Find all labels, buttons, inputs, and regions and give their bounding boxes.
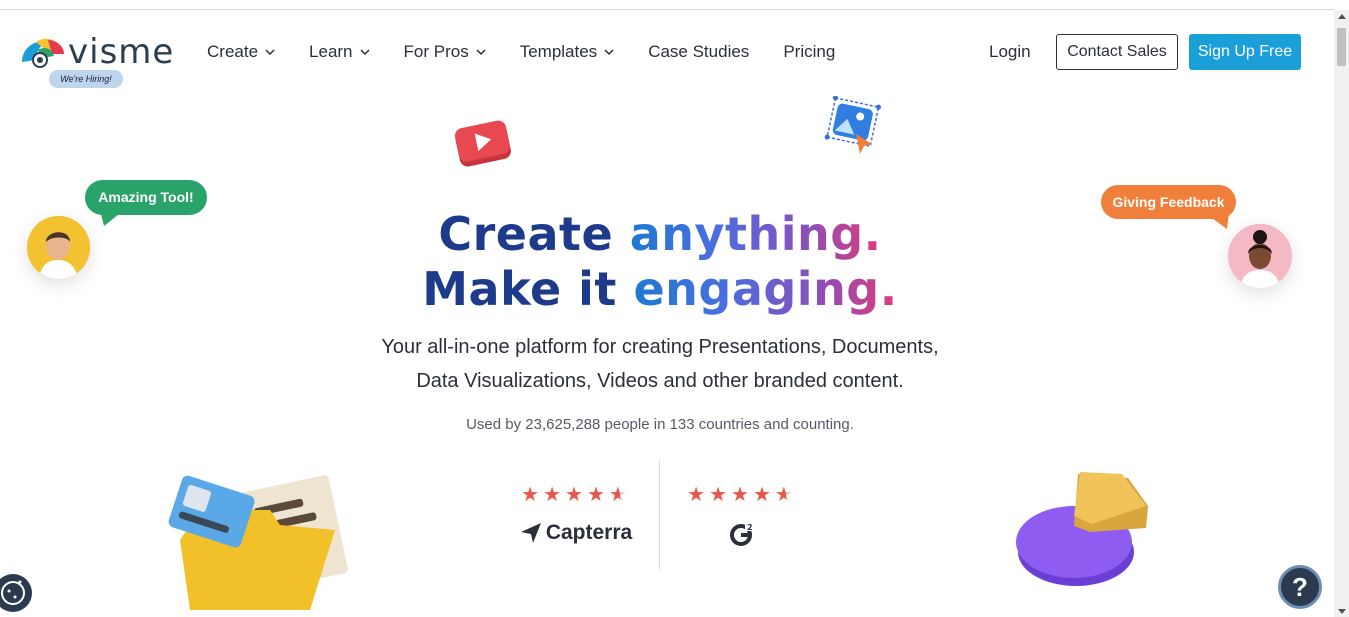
headline-highlight: anything. [629,207,882,261]
sign-up-free-button[interactable]: Sign Up Free [1189,34,1301,70]
folder-documents-icon [168,475,348,610]
capterra-rating[interactable]: ★★★★★ Capterra [496,482,656,545]
svg-text:2: 2 [747,523,753,532]
nav-learn[interactable]: Learn [309,42,370,62]
star-icon: ★ [731,484,753,506]
top-border [0,9,1334,10]
nav-create[interactable]: Create [207,42,275,62]
capterra-brand: Capterra [496,521,656,545]
star-icon: ★ [543,484,566,506]
scroll-up-icon[interactable] [1338,14,1346,19]
hiring-badge[interactable]: We're Hiring! [49,70,123,88]
cookie-settings-button[interactable] [0,574,32,612]
star-icon: ★ [709,484,732,506]
chevron-down-icon [265,49,275,56]
capterra-label: Capterra [545,521,633,544]
hero-headline-line-2: Make it engaging. [0,262,1320,316]
visme-logo[interactable]: visme We're Hiring! [18,34,178,90]
hero-headline-line-1: Create anything. [0,207,1320,261]
headline-highlight: engaging. [633,262,898,316]
g2-brand: 2 [662,521,822,547]
half-star-icon: ★ [774,484,797,506]
star-icon: ★ [586,484,609,506]
rating-divider [659,460,660,570]
half-star-icon: ★ [608,484,631,506]
contact-sales-button[interactable]: Contact Sales [1056,34,1178,70]
image-edit-icon [824,96,882,154]
help-button[interactable]: ? [1278,565,1322,609]
nav-for-pros[interactable]: For Pros [404,42,486,62]
nav-label: Pricing [783,42,836,61]
main-nav: Create Learn For Pros Templates Case Stu… [207,42,869,62]
nav-label: Learn [309,42,353,61]
headline-text: Make it [422,262,634,316]
cookie-icon [1,580,25,605]
pie-chart-3d-icon [1016,472,1148,586]
nav-label: Templates [519,42,598,61]
nav-case-studies[interactable]: Case Studies [648,42,749,62]
nav-label: Create [207,42,259,61]
nav-label: Case Studies [648,42,750,61]
nav-pricing[interactable]: Pricing [783,42,835,62]
login-link[interactable]: Login [989,42,1031,62]
star-rating: ★★★★★ [662,482,822,507]
headline-text: Create [438,207,630,261]
star-icon: ★ [687,484,710,506]
star-rating: ★★★★★ [496,482,656,507]
logo-text: visme [68,32,175,72]
nav-label: For Pros [403,42,469,61]
nav-templates[interactable]: Templates [520,42,614,62]
hero-subtitle-line-1: Your all-in-one platform for creating Pr… [381,336,939,358]
capterra-logo-icon [520,523,541,543]
star-icon: ★ [565,484,587,506]
g2-logo-icon: 2 [730,522,755,546]
chevron-down-icon [604,49,614,56]
hero-subtitle-line-2: Data Visualizations, Videos and other br… [416,370,904,392]
chevron-down-icon [359,49,370,56]
usage-stat: Used by 23,625,288 people in 133 countri… [466,416,854,433]
chevron-down-icon [476,49,486,56]
video-play-icon [454,120,511,167]
star-icon: ★ [521,484,544,506]
scroll-down-icon[interactable] [1338,609,1346,614]
page-scrollbar[interactable] [1334,10,1349,617]
scroll-thumb[interactable] [1337,28,1346,66]
star-icon: ★ [752,484,775,506]
g2-rating[interactable]: ★★★★★ 2 [662,482,822,547]
